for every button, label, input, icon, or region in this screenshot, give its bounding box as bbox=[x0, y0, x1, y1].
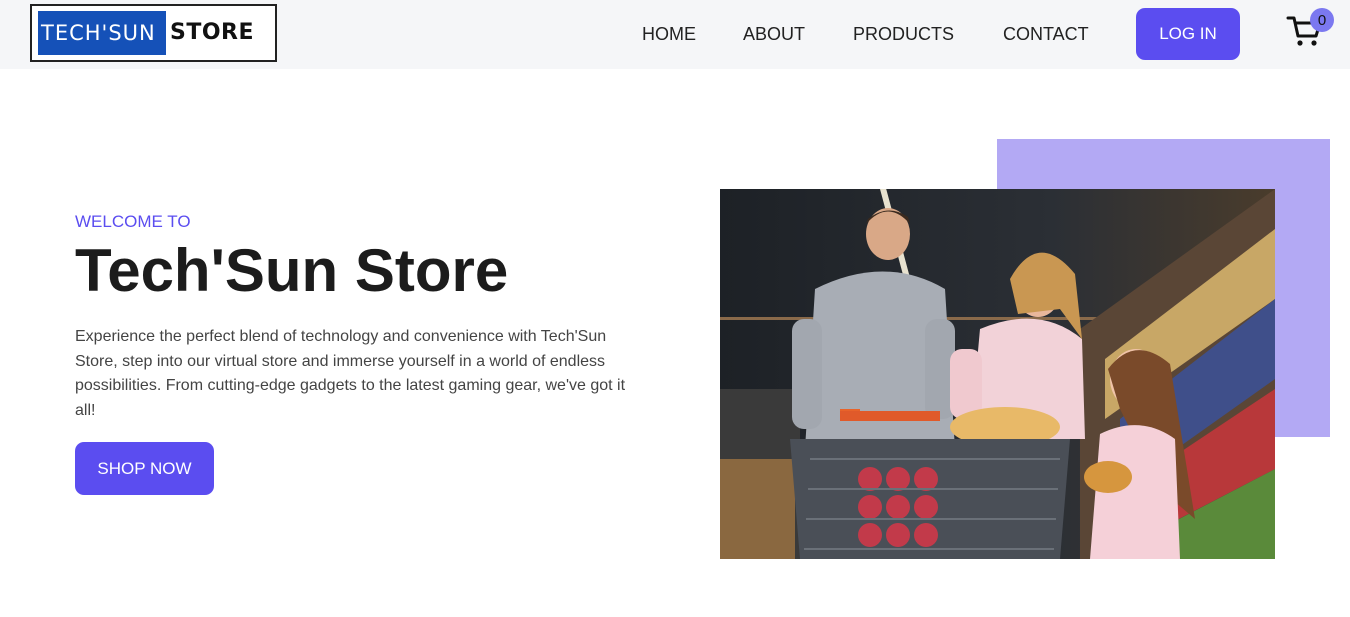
nav-contact-link[interactable]: CONTACT bbox=[1003, 24, 1089, 45]
store-logo[interactable]: TECH'SUN STORE bbox=[30, 4, 277, 62]
login-button[interactable]: LOG IN bbox=[1136, 8, 1240, 60]
logo-text-tech: TECH'SUN bbox=[41, 21, 156, 45]
nav-home-link[interactable]: HOME bbox=[642, 24, 696, 45]
hero-title: Tech'Sun Store bbox=[75, 237, 509, 304]
hero-description: Experience the perfect blend of technolo… bbox=[75, 328, 626, 419]
logo-text-store: STORE bbox=[170, 20, 255, 45]
cart-count-badge: 0 bbox=[1310, 8, 1334, 32]
shop-now-button[interactable]: SHOP NOW bbox=[75, 442, 214, 495]
hero-image bbox=[720, 189, 1275, 559]
nav-products-link[interactable]: PRODUCTS bbox=[853, 24, 954, 45]
nav-about-link[interactable]: ABOUT bbox=[743, 24, 805, 45]
hero-pretitle: WELCOME TO bbox=[75, 212, 191, 231]
navbar: TECH'SUN STORE HOME ABOUT PRODUCTS CONTA… bbox=[0, 0, 1350, 69]
